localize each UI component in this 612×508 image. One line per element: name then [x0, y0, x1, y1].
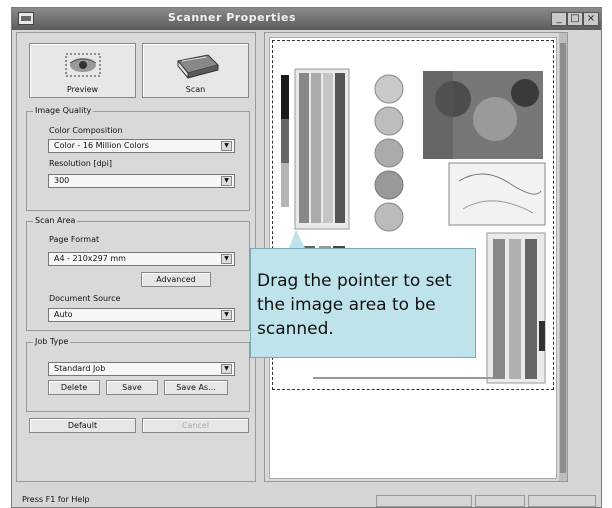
page-format-label: Page Format [49, 235, 100, 244]
image-quality-group: Image Quality Color Composition Color - … [26, 106, 250, 211]
settings-panel: Preview Scan Image Quality Color Composi… [16, 32, 256, 482]
scan-button[interactable]: Scan [142, 43, 249, 98]
image-quality-legend: Image Quality [33, 106, 94, 115]
preview-scrollbar-thumb[interactable] [560, 43, 566, 473]
scan-area-group: Scan Area Page Format A4 - 210x297 mm ▼ … [26, 216, 250, 331]
app-icon [18, 12, 34, 25]
status-help-text: Press F1 for Help [22, 495, 90, 504]
default-button[interactable]: Default [29, 418, 136, 433]
dropdown-arrow-icon: ▼ [221, 364, 232, 374]
job-type-select[interactable]: Standard Job ▼ [48, 362, 235, 376]
page-format-value: A4 - 210x297 mm [54, 254, 126, 263]
job-type-group: Job Type Standard Job ▼ Delete Save Save… [26, 337, 250, 412]
tooltip-pointer [288, 230, 306, 250]
save-as-button[interactable]: Save As... [164, 380, 228, 395]
scan-label: Scan [185, 85, 206, 94]
minimize-button[interactable]: _ [551, 12, 567, 26]
document-source-label: Document Source [49, 294, 121, 303]
dropdown-arrow-icon: ▼ [221, 141, 232, 151]
title-bar[interactable]: Scanner Properties _ □ × [12, 8, 601, 30]
preview-scrollbar[interactable] [559, 33, 567, 481]
help-tooltip: Drag the pointer to set the image area t… [250, 248, 476, 358]
dropdown-arrow-icon: ▼ [221, 254, 232, 264]
advanced-button[interactable]: Advanced [141, 272, 211, 287]
status-pane-1 [376, 495, 472, 507]
resolution-label: Resolution [dpi] [49, 159, 112, 168]
dropdown-arrow-icon: ▼ [221, 310, 232, 320]
delete-button[interactable]: Delete [48, 380, 100, 395]
scan-area-legend: Scan Area [33, 216, 78, 225]
maximize-button[interactable]: □ [567, 12, 583, 26]
document-source-value: Auto [54, 310, 73, 319]
window-title: Scanner Properties [167, 11, 297, 24]
scanner-icon [177, 54, 219, 79]
document-source-select[interactable]: Auto ▼ [48, 308, 235, 322]
job-type-value: Standard Job [54, 364, 106, 373]
eye-preview-icon [65, 53, 101, 77]
preview-label: Preview [66, 85, 99, 94]
preview-button[interactable]: Preview [29, 43, 136, 98]
dropdown-arrow-icon: ▼ [221, 176, 232, 186]
color-composition-value: Color - 16 Million Colors [54, 141, 149, 150]
job-type-legend: Job Type [33, 337, 71, 346]
status-pane-3 [528, 495, 596, 507]
close-button[interactable]: × [583, 12, 599, 26]
page-format-select[interactable]: A4 - 210x297 mm ▼ [48, 252, 235, 266]
status-bar: Press F1 for Help [12, 492, 601, 507]
status-pane-2 [475, 495, 525, 507]
scanner-properties-window: Scanner Properties _ □ × Preview Scan Im… [11, 7, 602, 508]
save-button[interactable]: Save [106, 380, 158, 395]
resolution-select[interactable]: 300 ▼ [48, 174, 235, 188]
color-composition-label: Color Composition [49, 126, 123, 135]
tooltip-text: Drag the pointer to set the image area t… [257, 271, 452, 339]
resolution-value: 300 [54, 176, 70, 185]
cancel-button[interactable]: Cancel [142, 418, 249, 433]
color-composition-select[interactable]: Color - 16 Million Colors ▼ [48, 139, 235, 153]
